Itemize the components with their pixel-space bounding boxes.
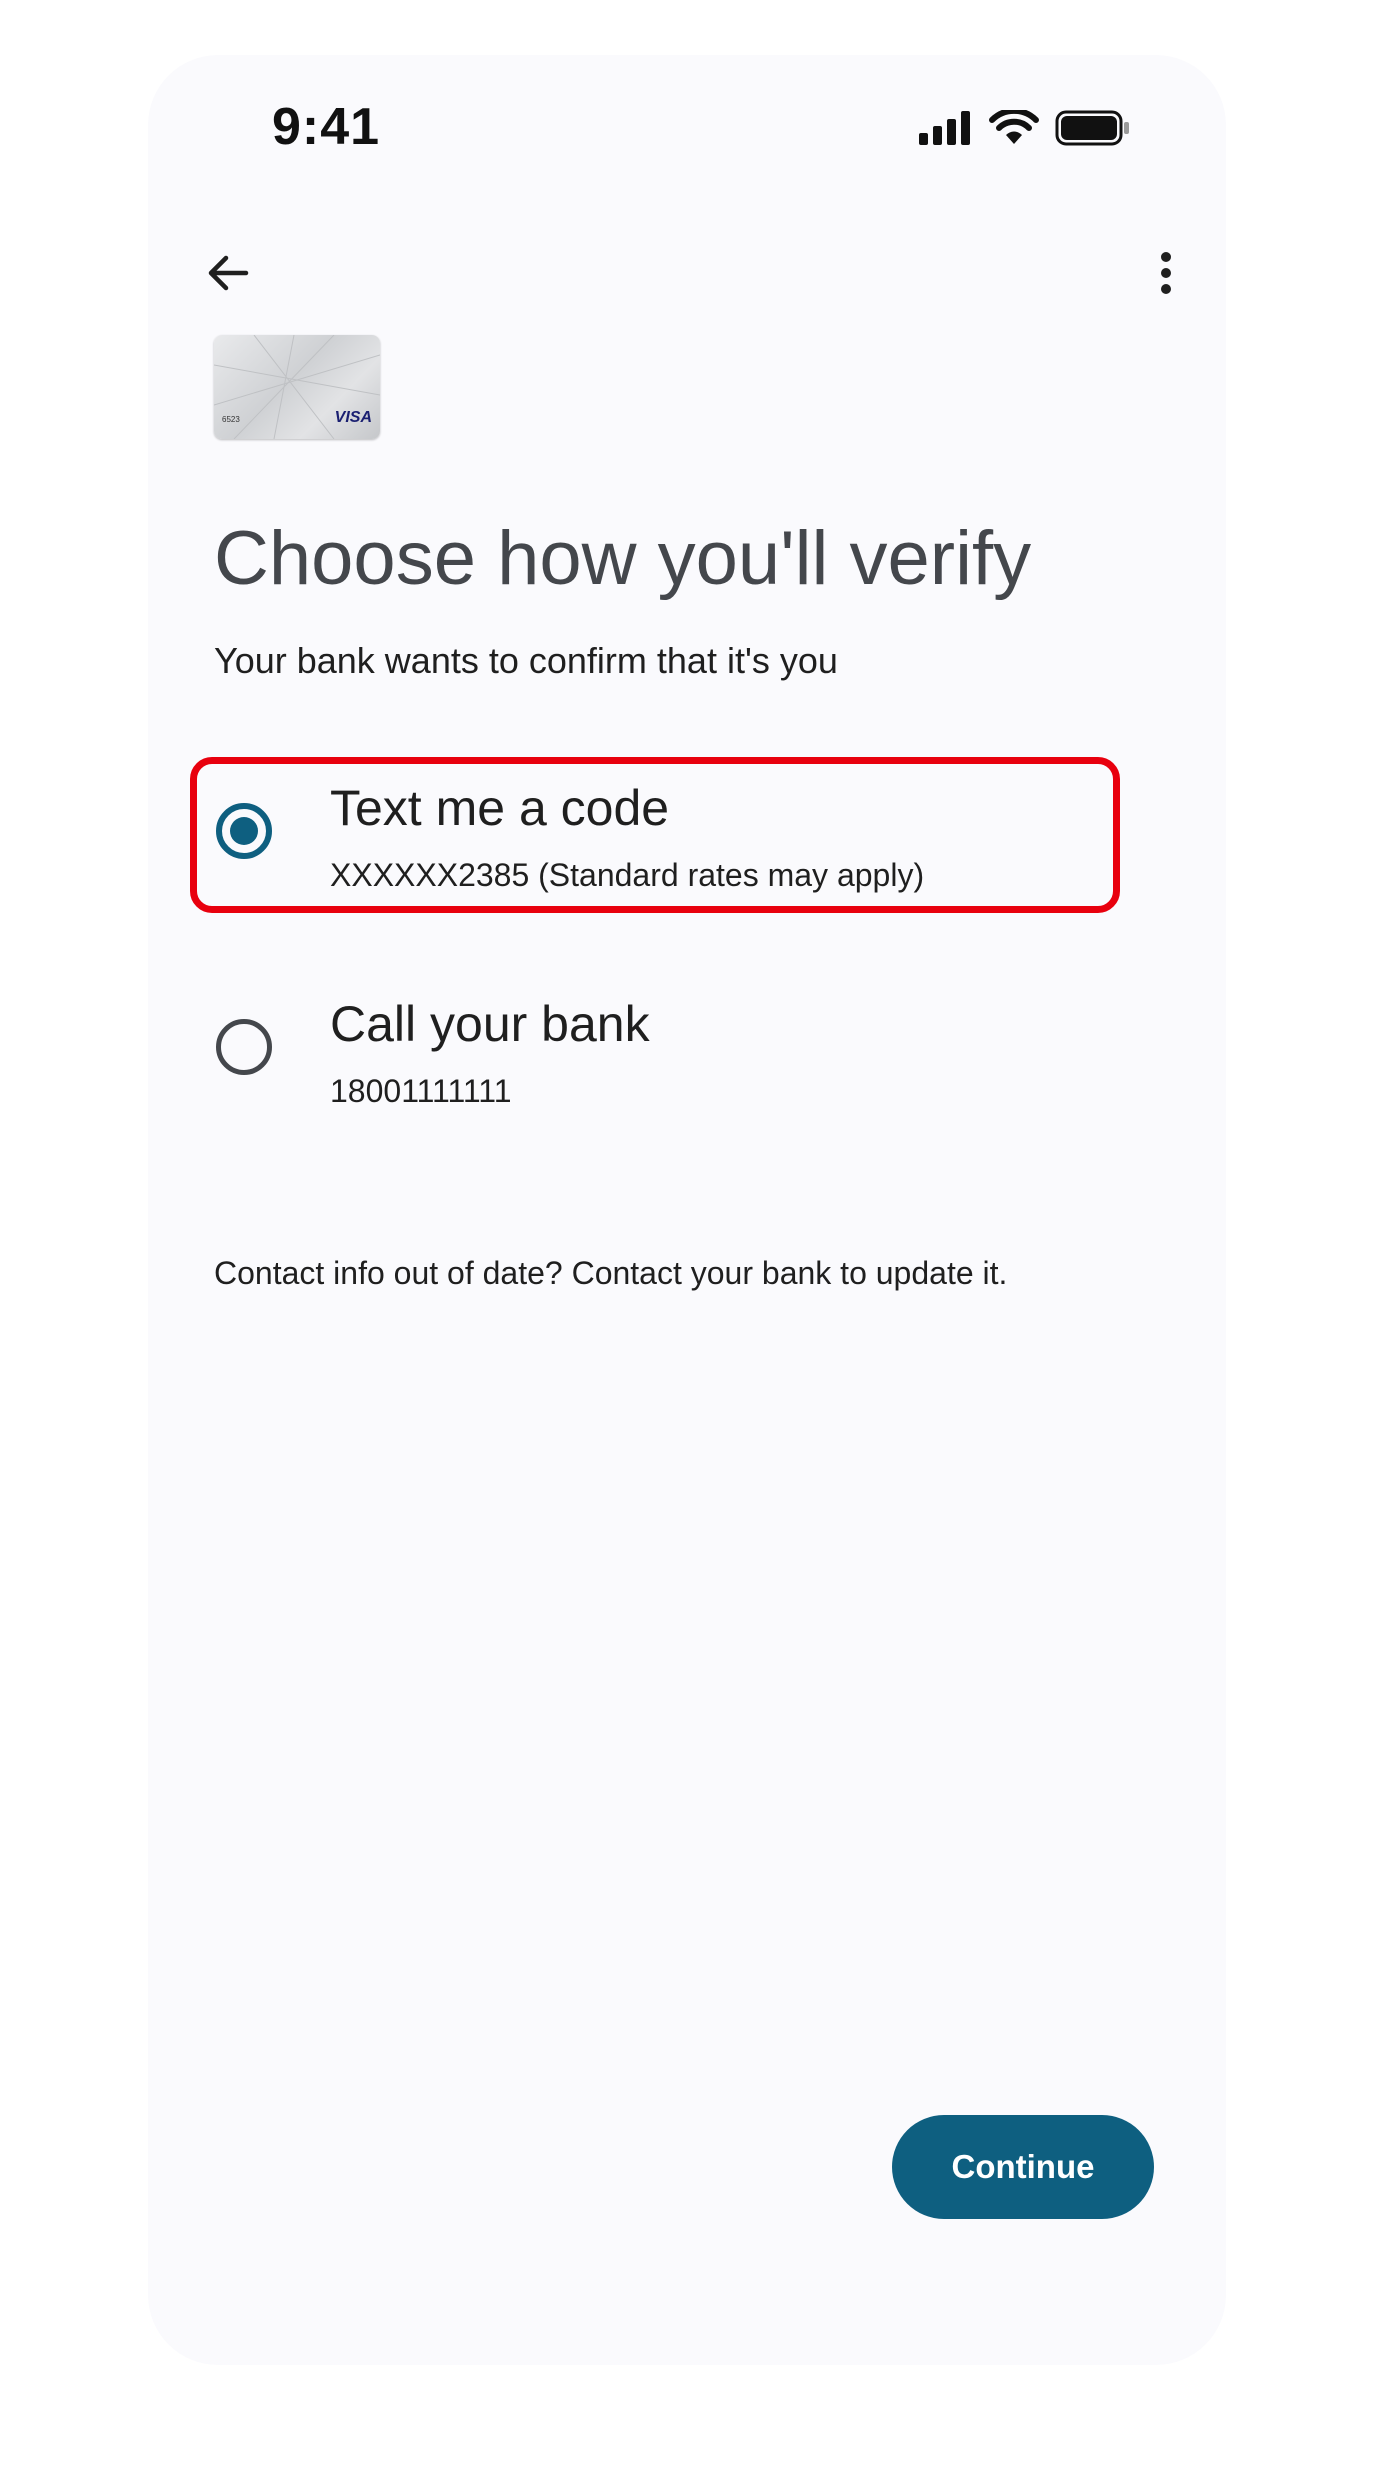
selection-highlight-box [190, 757, 1120, 913]
top-app-bar [148, 225, 1226, 325]
page-title: Choose how you'll verify [214, 516, 1032, 601]
page-subtitle: Your bank wants to confirm that it's you [214, 640, 838, 681]
more-vert-icon [1156, 249, 1176, 302]
back-button[interactable] [188, 235, 268, 315]
contact-info-note: Contact info out of date? Contact your b… [214, 1255, 1008, 1291]
wifi-icon [989, 107, 1039, 151]
status-time: 9:41 [272, 98, 381, 156]
continue-button[interactable]: Continue [892, 2115, 1154, 2219]
option-title: Call your bank [330, 996, 650, 1052]
card-last-digits: 6523 [222, 415, 240, 424]
card-network-logo: VISA [334, 409, 372, 426]
battery-icon [1055, 110, 1131, 151]
option-detail: 18001111111 [330, 1073, 512, 1109]
card-image: 6523 VISA [214, 335, 380, 439]
more-options-button[interactable] [1126, 235, 1206, 315]
phone-screen: 9:41 6523 VISA Choose how you'll verify … [148, 55, 1226, 2365]
arrow-back-icon [204, 249, 252, 302]
status-bar: 9:41 [148, 55, 1226, 205]
option-call-bank[interactable]: Call your bank 18001111111 [190, 975, 1120, 1131]
cellular-signal-icon [917, 111, 973, 150]
status-icons [917, 107, 1131, 151]
radio-unselected-icon[interactable] [216, 1019, 272, 1075]
